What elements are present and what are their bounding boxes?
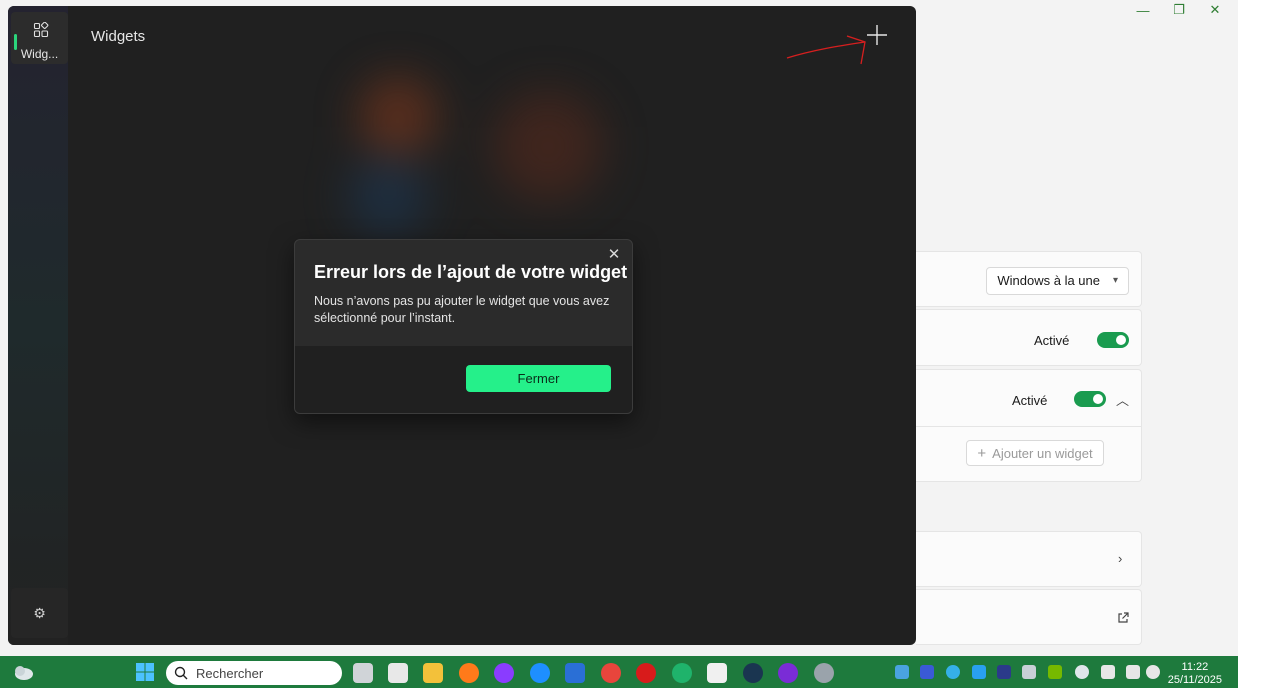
minimize-icon[interactable]: — bbox=[1134, 1, 1152, 19]
network-icon[interactable] bbox=[1126, 665, 1140, 679]
edge-icon[interactable] bbox=[672, 663, 692, 683]
gear-icon: ⚙ bbox=[33, 604, 46, 621]
tor-icon[interactable] bbox=[494, 663, 514, 683]
search-placeholder: Rechercher bbox=[196, 665, 264, 681]
volume-icon[interactable] bbox=[1146, 665, 1160, 679]
nvidia-icon[interactable] bbox=[1048, 665, 1062, 679]
toggle-1-switch[interactable] bbox=[1097, 332, 1129, 348]
app-blue-icon[interactable] bbox=[530, 663, 550, 683]
toggle-1-label: Activé bbox=[1034, 333, 1070, 348]
divider bbox=[916, 426, 1142, 427]
settings-card-toggle-1: Activé bbox=[916, 309, 1142, 366]
chevron-down-icon: ▾ bbox=[1112, 275, 1118, 286]
keyboard-icon[interactable] bbox=[1101, 665, 1115, 679]
firefox-icon[interactable] bbox=[459, 663, 479, 683]
rail-item-label: Widg... bbox=[20, 47, 59, 61]
side-rail: Widg... ⚙ bbox=[8, 6, 68, 645]
restore-icon[interactable]: ❐ bbox=[1170, 1, 1188, 19]
blurred-background-art bbox=[348, 76, 603, 236]
widgets-icon bbox=[33, 22, 49, 38]
tray-app-4-icon[interactable] bbox=[972, 665, 986, 679]
settings-card-link-2[interactable] bbox=[916, 589, 1142, 645]
opera-icon[interactable] bbox=[636, 663, 656, 683]
search-icon bbox=[174, 666, 188, 680]
page-title: Widgets bbox=[91, 28, 146, 45]
toggle-2-label: Activé bbox=[1012, 393, 1048, 408]
taskbar-search[interactable]: Rechercher bbox=[166, 661, 342, 685]
dropdown-value: Windows à la une bbox=[997, 273, 1100, 288]
tray-app-7-icon[interactable] bbox=[1075, 665, 1089, 679]
taskbar: Rechercher 11:22 25/11/2025 bbox=[0, 656, 1238, 688]
taskbar-clock[interactable]: 11:22 25/11/2025 bbox=[1168, 661, 1222, 687]
dialog-title: Erreur lors de l’ajout de votre widget bbox=[314, 262, 628, 282]
add-widget-plus-icon[interactable] bbox=[864, 22, 890, 48]
folder-icon[interactable] bbox=[423, 663, 443, 683]
add-widget-button[interactable]: + Ajouter un widget bbox=[966, 440, 1104, 466]
weather-icon[interactable] bbox=[12, 663, 34, 681]
mail-icon[interactable] bbox=[565, 663, 585, 683]
app-purple-icon[interactable] bbox=[778, 663, 798, 683]
window-controls: — ❐ ✕ bbox=[1098, 0, 1238, 20]
chevron-up-icon[interactable]: ︿ bbox=[1116, 390, 1129, 409]
tray-app-3-icon[interactable] bbox=[946, 665, 960, 679]
tray-app-6-icon[interactable] bbox=[1022, 665, 1036, 679]
chevron-right-icon: › bbox=[1118, 551, 1123, 566]
tray-app-2-icon[interactable] bbox=[920, 665, 934, 679]
close-icon[interactable]: ✕ bbox=[1206, 1, 1224, 19]
clock-date: 25/11/2025 bbox=[1167, 674, 1222, 686]
dialog-message: Nous n’avons pas pu ajouter le widget qu… bbox=[314, 294, 610, 325]
start-icon[interactable] bbox=[135, 662, 155, 682]
dialog-footer: Fermer bbox=[295, 346, 632, 413]
settings-button[interactable]: ⚙ bbox=[11, 588, 68, 638]
steam-icon[interactable] bbox=[743, 663, 763, 683]
rail-item-widgets[interactable]: Widg... bbox=[11, 12, 68, 64]
theme-dropdown[interactable]: Windows à la une ▾ bbox=[986, 267, 1129, 295]
settings-gear-icon[interactable] bbox=[814, 663, 834, 683]
tray-app-5-icon[interactable] bbox=[997, 665, 1011, 679]
store-icon[interactable] bbox=[707, 663, 727, 683]
file-icon[interactable] bbox=[388, 663, 408, 683]
add-widget-label: Ajouter un widget bbox=[992, 445, 1093, 461]
tray-app-1-icon[interactable] bbox=[895, 665, 909, 679]
error-dialog: ✕ Erreur lors de l’ajout de votre widget… bbox=[294, 239, 633, 414]
settings-card-theme: Windows à la une ▾ bbox=[916, 251, 1142, 307]
settings-card-link-1[interactable]: › bbox=[916, 531, 1142, 587]
close-button[interactable]: Fermer bbox=[466, 365, 611, 392]
clock-time: 11:22 bbox=[1181, 661, 1209, 673]
chrome-icon[interactable] bbox=[601, 663, 621, 683]
annotation-arrow-icon bbox=[786, 35, 866, 65]
toggle-2-switch[interactable] bbox=[1074, 391, 1106, 407]
plus-icon: + bbox=[977, 444, 987, 462]
task-view-icon[interactable] bbox=[353, 663, 373, 683]
open-external-icon bbox=[1118, 612, 1129, 623]
